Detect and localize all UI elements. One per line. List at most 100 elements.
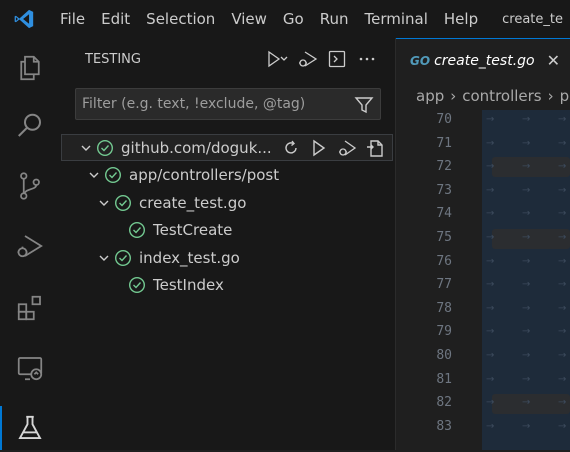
activity-extensions[interactable]: [0, 284, 60, 332]
menu-file[interactable]: File: [52, 10, 93, 28]
menu-selection[interactable]: Selection: [138, 10, 223, 28]
tree-item-root[interactable]: github.com/doguk...: [61, 134, 393, 161]
menu-run[interactable]: Run: [312, 10, 357, 28]
activity-source-control[interactable]: [0, 162, 60, 210]
line-number: 77: [436, 277, 452, 293]
line-number: 83: [436, 418, 452, 434]
menu-view[interactable]: View: [223, 10, 275, 28]
line-number: 82: [436, 395, 452, 411]
run-debug-icon: [17, 235, 43, 258]
whitespace-arrow: →: [558, 232, 567, 243]
activity-search[interactable]: [0, 102, 60, 150]
menu-terminal[interactable]: Terminal: [357, 10, 436, 28]
whitespace-arrow: →: [522, 420, 531, 432]
run-icon: [312, 139, 325, 156]
testing-sidebar: TESTING Filter (e.g. text, !exclude, @ta…: [60, 38, 396, 450]
test-passed-icon: [95, 138, 115, 158]
tree-item-label: TestIndex: [153, 275, 224, 294]
chevron-right-icon: ›: [450, 87, 457, 105]
whitespace-arrow: →: [522, 279, 531, 291]
menu-go[interactable]: Go: [275, 10, 312, 28]
tree-item-label: github.com/doguk...: [121, 138, 272, 157]
tree-item-file[interactable]: index_test.go: [60, 244, 429, 271]
whitespace-arrow: →: [522, 350, 531, 361]
chevron-right-icon: ›: [547, 87, 554, 105]
whitespace-arrow: →: [522, 326, 531, 338]
whitespace-arrow: →: [522, 255, 531, 267]
whitespace-arrow: →: [522, 373, 531, 385]
more-actions-button[interactable]: [356, 48, 378, 70]
activity-remote-explorer[interactable]: [0, 344, 60, 392]
run-all-tests-button[interactable]: [266, 48, 288, 70]
run-all-icon: [268, 50, 288, 68]
activity-testing[interactable]: [0, 404, 60, 452]
whitespace-arrow: →: [522, 397, 531, 409]
whitespace-arrow: →: [558, 420, 567, 432]
test-filter-input[interactable]: [76, 89, 346, 119]
whitespace-arrow: →: [558, 161, 567, 173]
test-passed-icon: [103, 165, 123, 185]
breadcrumb-item[interactable]: controllers: [462, 87, 541, 105]
whitespace-arrow: →: [558, 137, 567, 149]
run-test-button[interactable]: [308, 137, 330, 159]
chevron-down-icon[interactable]: [95, 250, 113, 266]
whitespace-arrow: →: [486, 302, 495, 314]
whitespace-arrow: →: [486, 420, 495, 432]
whitespace-arrow: →: [558, 114, 567, 125]
activity-run-debug[interactable]: [0, 222, 60, 270]
tree-item-label: create_test.go: [139, 193, 247, 212]
whitespace-arrow: →: [558, 184, 567, 196]
window-title: create_te: [502, 11, 563, 27]
debug-test-button[interactable]: [336, 137, 358, 159]
editor-area: GO create_test.go ✕ app › controllers › …: [396, 38, 570, 450]
whitespace-arrow: →: [522, 114, 531, 125]
line-number: 72: [436, 159, 452, 175]
whitespace-arrow: →: [486, 114, 495, 125]
tree-item-file[interactable]: create_test.go: [60, 189, 429, 216]
line-number: 78: [436, 300, 452, 316]
breadcrumb-item[interactable]: p: [560, 87, 570, 105]
chevron-down-icon[interactable]: [85, 167, 103, 183]
tab-create-test[interactable]: GO create_test.go ✕: [396, 38, 570, 82]
whitespace-arrow: →: [558, 350, 567, 361]
line-number: 70: [436, 112, 452, 127]
whitespace-arrow: →: [486, 373, 495, 385]
close-icon[interactable]: ✕: [547, 51, 560, 70]
tab-bar: GO create_test.go ✕: [396, 38, 570, 82]
line-number: 73: [436, 182, 452, 198]
chevron-down-icon[interactable]: [95, 195, 113, 211]
source-control-icon: [20, 172, 40, 200]
refresh-tests-button[interactable]: [280, 137, 302, 159]
explorer-icon: [20, 55, 40, 81]
filter-icon[interactable]: [354, 95, 374, 115]
test-passed-icon: [113, 193, 133, 213]
line-number: 75: [436, 230, 452, 245]
activity-bar: [0, 38, 60, 450]
sidebar-title: TESTING: [85, 52, 141, 67]
title-bar: File Edit Selection View Go Run Terminal…: [0, 0, 570, 38]
whitespace-arrow: →: [522, 208, 531, 220]
whitespace-arrow: →: [558, 326, 567, 338]
search-icon: [18, 113, 41, 137]
show-output-button[interactable]: [326, 48, 348, 70]
chevron-down-icon[interactable]: [77, 140, 95, 156]
debug-all-icon: [299, 51, 318, 67]
tree-item-label: index_test.go: [139, 248, 240, 267]
breadcrumb-item[interactable]: app: [416, 87, 444, 105]
whitespace-arrow: →: [522, 161, 531, 173]
whitespace-arrow: →: [558, 279, 567, 291]
whitespace-arrow: →: [486, 161, 495, 173]
whitespace-arrow: →: [486, 350, 495, 361]
go-to-test-button[interactable]: [364, 137, 386, 159]
sidebar-header: TESTING: [60, 38, 396, 82]
line-number: 71: [436, 135, 452, 151]
breadcrumb: app › controllers › p: [396, 82, 570, 110]
menu-help[interactable]: Help: [436, 10, 486, 28]
remote-explorer-icon: [17, 357, 43, 381]
activity-explorer[interactable]: [0, 44, 60, 92]
tree-item-package[interactable]: app/controllers/post: [60, 161, 419, 188]
debug-all-tests-button[interactable]: [296, 48, 318, 70]
go-to-file-icon: [366, 139, 383, 157]
test-passed-icon: [127, 220, 147, 240]
menu-edit[interactable]: Edit: [93, 10, 138, 28]
